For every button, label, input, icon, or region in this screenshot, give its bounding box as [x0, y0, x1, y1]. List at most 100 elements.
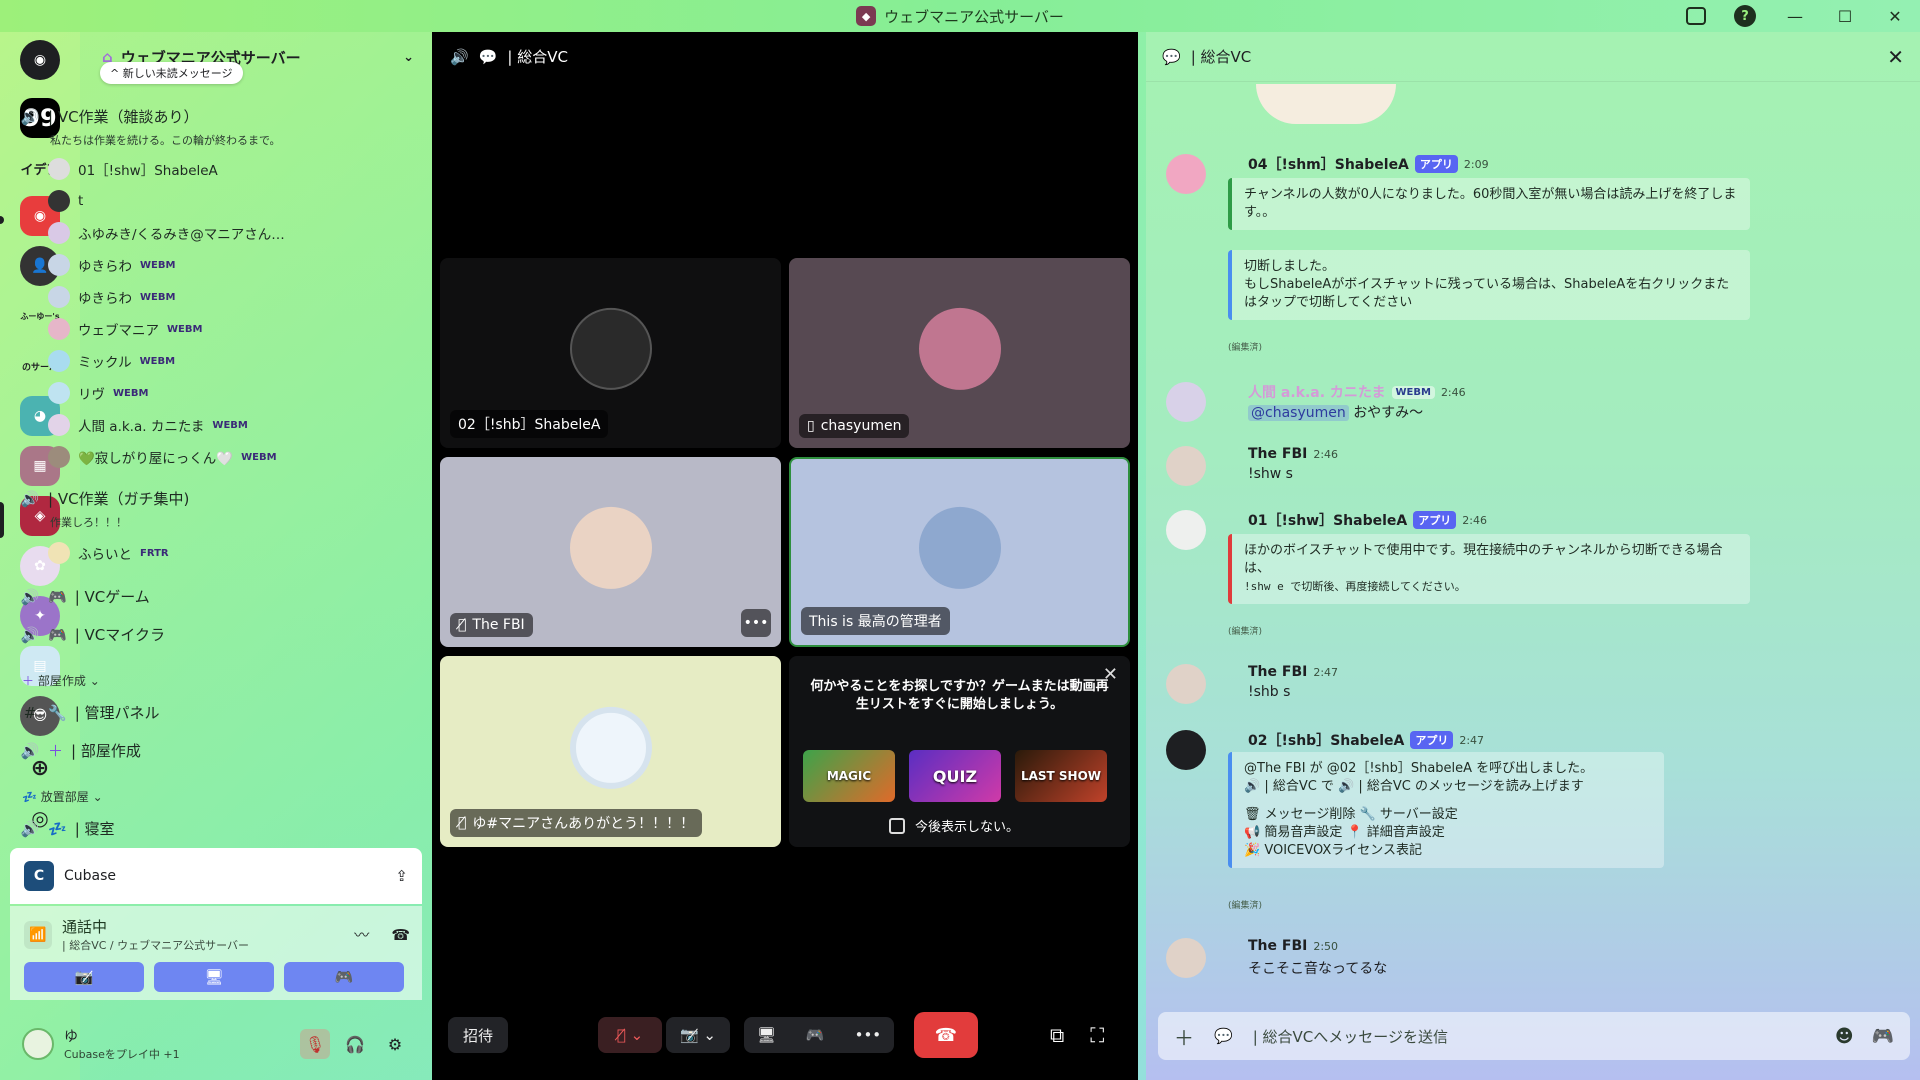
activity-card[interactable]: C Cubase ⇪: [10, 848, 422, 904]
discord-home-icon[interactable]: ◉: [20, 40, 60, 80]
mic-muted-icon: 🎙̸ ⌄: [616, 1026, 644, 1044]
headphones-icon[interactable]: 🎧: [340, 1029, 370, 1059]
emoji-icon[interactable]: ☻: [1835, 1026, 1854, 1047]
avatar: [48, 286, 70, 308]
tile-label: 🎙̸ The FBI: [450, 613, 533, 637]
screen-share-button[interactable]: 🖥: [154, 962, 274, 992]
message-author[interactable]: 01［!shw］ShabeleA: [1248, 510, 1407, 530]
avatar: [569, 307, 652, 390]
gamepad-icon[interactable]: 🎮: [1872, 1026, 1894, 1047]
close-icon[interactable]: ✕: [1887, 45, 1904, 69]
unread-messages-pill[interactable]: ^ 新しい未読メッセージ: [100, 62, 243, 84]
maximize-icon[interactable]: ☐: [1834, 5, 1856, 27]
chat-title: | 総合VC: [1190, 48, 1252, 66]
game-card[interactable]: MAGIC: [803, 750, 895, 802]
title-bar: ◆ ウェブマニア公式サーバー ? — ☐ ✕: [0, 0, 1920, 32]
screen-share-icon[interactable]: ⇪: [395, 867, 408, 885]
close-icon[interactable]: ✕: [1884, 5, 1906, 27]
disconnect-icon[interactable]: ☎: [391, 926, 410, 944]
edited-marker: (編集済): [1228, 627, 1263, 637]
game-card[interactable]: QUIZ: [909, 750, 1001, 802]
edited-marker: (編集済): [1228, 901, 1263, 911]
activity-button[interactable]: 🎮: [284, 962, 404, 992]
video-tile[interactable]: 🎙̸ ゆ#マニアさんありがとう！！！！: [440, 656, 781, 847]
minimize-icon[interactable]: —: [1784, 5, 1806, 27]
app-badge: アプリ: [1413, 511, 1457, 529]
avatar[interactable]: [1166, 446, 1206, 486]
help-icon[interactable]: ?: [1734, 5, 1756, 27]
message-author[interactable]: The FBI: [1248, 664, 1307, 680]
avatar[interactable]: [1166, 664, 1206, 704]
mute-toggle-button[interactable]: 🎙̸ ⌄: [598, 1017, 662, 1053]
more-options-icon[interactable]: •••: [855, 1026, 882, 1044]
avatar[interactable]: [1166, 154, 1206, 194]
more-options-icon[interactable]: •••: [741, 609, 771, 637]
avatar[interactable]: [22, 1028, 54, 1060]
gamepad-icon: 🎮: [334, 968, 354, 986]
category-label: 部屋作成: [37, 674, 86, 688]
mic-muted-icon[interactable]: 🎙: [300, 1029, 330, 1059]
composer-placeholder[interactable]: | 総合VCへメッセージを送信: [1253, 1026, 1448, 1047]
camera-toggle-button[interactable]: 📷̸: [24, 962, 144, 992]
hash-icon: #: [23, 703, 37, 722]
video-tile[interactable]: This is 最高の管理者: [789, 457, 1130, 647]
avatar: [48, 222, 70, 244]
message-author[interactable]: The FBI: [1248, 446, 1307, 462]
screen-share-icon[interactable]: 🖥: [757, 1026, 776, 1044]
member-name: リヴ: [78, 387, 105, 403]
avatar[interactable]: [1166, 510, 1206, 550]
message-author[interactable]: 04［!shm］ShabeleA: [1248, 154, 1409, 174]
embed-text[interactable]: 🗑 メッセージ削除 🔧 サーバー設定: [1244, 806, 1652, 824]
plus-icon[interactable]: ＋: [1174, 1022, 1194, 1051]
view-controls: ⧉ ⛶: [1050, 1012, 1104, 1058]
mic-muted-icon: 🎙̸: [458, 617, 467, 633]
user-mention[interactable]: @chasyumen: [1248, 405, 1349, 421]
embed-text[interactable]: 🎉 VOICEVOXライセンス表記: [1244, 842, 1652, 860]
camera-off-icon: 📷̸: [74, 968, 94, 986]
voice-status[interactable]: 通話中: [62, 916, 249, 937]
noise-suppression-icon[interactable]: 〰: [354, 924, 369, 945]
checkbox-box[interactable]: [889, 817, 905, 834]
avatar: [569, 706, 652, 789]
promo-text: 何かやることをお探しですか？ゲームまたは動画再生リストをすぐに開始しましょう。: [810, 679, 1109, 712]
activity-app-name: Cubase: [64, 868, 117, 884]
avatar[interactable]: [1166, 938, 1206, 978]
avatar[interactable]: [1166, 382, 1206, 422]
channel-label: | 寝室: [74, 820, 115, 838]
gamepad-icon[interactable]: 🎮: [806, 1026, 825, 1044]
user-panel: ゆ Cubaseをプレイ中 +1 🎙 🎧 ⚙: [10, 1014, 422, 1074]
chat-bubble-icon[interactable]: 💬: [479, 48, 498, 66]
activity-promo-card: ✕ 何かやることをお探しですか？ゲームまたは動画再生リストをすぐに開始しましょう…: [789, 656, 1130, 847]
chat-header: 💬 | 総合VC ✕: [1146, 32, 1920, 82]
video-tile[interactable]: 02［!shb］ShabeleA: [440, 258, 781, 448]
member-tag: WEBM: [167, 323, 203, 335]
avatar: [48, 542, 70, 564]
dont-show-again-checkbox[interactable]: 今後表示しない。: [889, 816, 1019, 835]
disconnect-button[interactable]: ☎: [914, 1012, 978, 1058]
window-controls: ? — ☐ ✕: [1686, 0, 1906, 32]
invite-label: 招待: [462, 1026, 493, 1045]
video-tile[interactable]: ▯ chasyumen: [789, 258, 1130, 448]
speaker-icon: 🔊: [20, 741, 40, 760]
avatar[interactable]: [1166, 730, 1206, 770]
message-author[interactable]: 02［!shb］ShabeleA: [1248, 730, 1404, 750]
camera-toggle-button[interactable]: 📷̸ ⌄: [666, 1017, 730, 1053]
game-card[interactable]: LAST SHOW: [1015, 750, 1107, 802]
message-author[interactable]: 人間 a.k.a. カニたま: [1248, 382, 1386, 402]
user-name[interactable]: ゆ: [64, 1026, 180, 1046]
inbox-icon[interactable]: [1686, 7, 1706, 25]
embed-text[interactable]: 📢 簡易音声設定 📍 詳細音声設定: [1244, 824, 1652, 842]
popout-icon[interactable]: ⧉: [1050, 1023, 1064, 1047]
invite-button[interactable]: 招待: [448, 1017, 508, 1053]
video-tile[interactable]: 🎙̸ The FBI •••: [440, 457, 781, 647]
game-title: MAGIC: [826, 769, 872, 783]
message-composer[interactable]: ＋ 💬 | 総合VCへメッセージを送信 ☻ 🎮: [1158, 1012, 1910, 1060]
gear-icon[interactable]: ⚙: [380, 1029, 410, 1059]
message-author[interactable]: The FBI: [1248, 938, 1307, 954]
signal-icon[interactable]: 📶: [24, 920, 52, 949]
category-afk[interactable]: 💤 放置部屋 ⌄: [22, 788, 103, 805]
category-room-create[interactable]: ＋ 部屋作成 ⌄: [22, 672, 100, 689]
voice-connection-panel: 📶 通話中 | 総合VC / ウェブマニア公式サーバー 〰 ☎ 📷̸ 🖥 🎮: [10, 906, 422, 1000]
voice-location[interactable]: | 総合VC / ウェブマニア公式サーバー: [62, 937, 249, 953]
fullscreen-icon[interactable]: ⛶: [1090, 1023, 1104, 1047]
